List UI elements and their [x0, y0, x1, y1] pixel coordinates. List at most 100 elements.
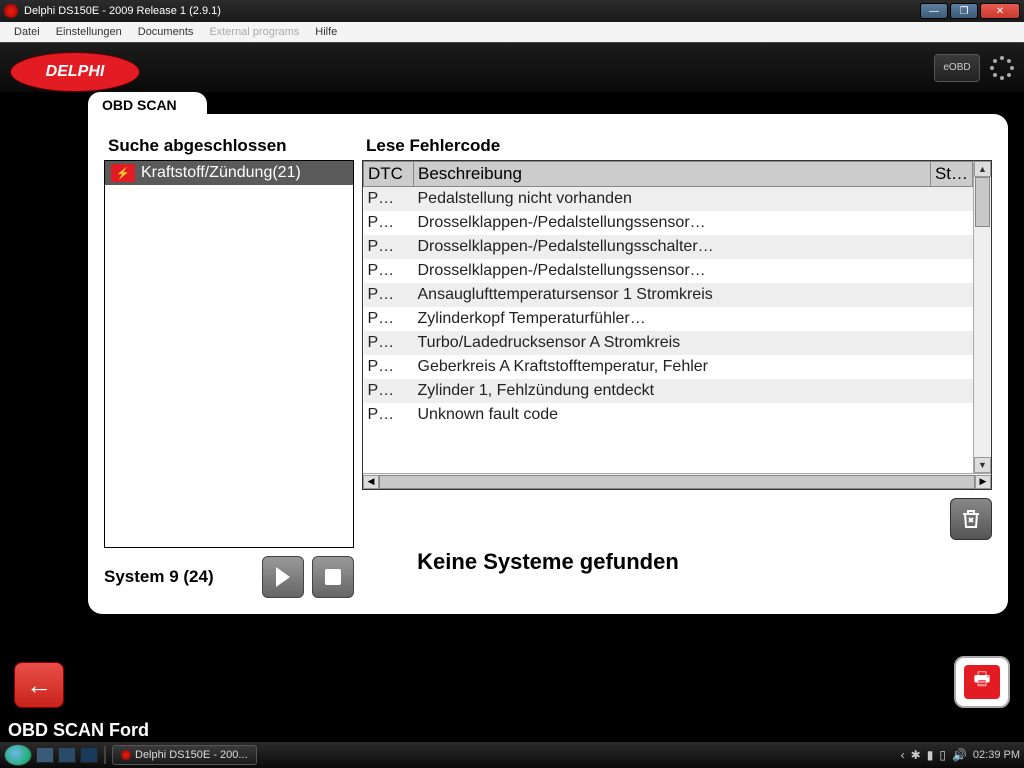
taskbar-separator: [104, 746, 106, 764]
cell-description: Zylinder 1, Fehlzündung entdeckt: [414, 379, 931, 403]
minimize-button[interactable]: —: [920, 3, 948, 19]
cell-dtc: P…: [364, 283, 414, 307]
main-panel: Suche abgeschlossen ⚡ Kraftstoff/Zündung…: [88, 114, 1008, 614]
ie-icon[interactable]: [80, 747, 98, 763]
scroll-right-icon[interactable]: ▶: [975, 475, 991, 489]
app-dot-icon: [121, 750, 131, 760]
read-fault-code-title: Lese Fehlercode: [366, 136, 988, 156]
cell-status: [930, 403, 972, 427]
print-save-button[interactable]: 🖶: [954, 656, 1010, 708]
clock: 02:39 PM: [973, 749, 1020, 761]
explorer-icon[interactable]: [58, 747, 76, 763]
close-button[interactable]: ✕: [980, 3, 1020, 19]
window-titlebar: Delphi DS150E - 2009 Release 1 (2.9.1) —…: [0, 0, 1024, 22]
cell-status: [930, 379, 972, 403]
menu-external-programs[interactable]: External programs: [201, 24, 307, 40]
menu-hilfe[interactable]: Hilfe: [307, 24, 345, 40]
taskbar: Delphi DS150E - 200... ‹ ✱ ▮ ▯ 🔊 02:39 P…: [0, 742, 1024, 768]
table-row[interactable]: P…Ansauglufttemperatursensor 1 Stromkrei…: [364, 283, 973, 307]
volume-icon[interactable]: 🔊: [952, 748, 967, 762]
scroll-thumb[interactable]: [975, 177, 990, 227]
cell-dtc: P…: [364, 355, 414, 379]
table-row[interactable]: P…Turbo/Ladedrucksensor A Stromkreis: [364, 331, 973, 355]
system-tray: ‹ ✱ ▮ ▯ 🔊 02:39 PM: [901, 748, 1020, 762]
cell-status: [930, 307, 972, 331]
table-row[interactable]: P…Geberkreis A Kraftstofftemperatur, Feh…: [364, 355, 973, 379]
start-button[interactable]: [4, 744, 32, 766]
cell-description: Turbo/Ladedrucksensor A Stromkreis: [414, 331, 931, 355]
battery-icon[interactable]: ▮: [927, 748, 934, 762]
col-dtc[interactable]: DTC: [364, 162, 414, 187]
network-icon[interactable]: ▯: [939, 748, 946, 762]
cell-dtc: P…: [364, 331, 414, 355]
back-button[interactable]: [14, 662, 64, 708]
table-row[interactable]: P…Drosselklappen-/Pedalstellungssensor…: [364, 211, 973, 235]
show-desktop-icon[interactable]: [36, 747, 54, 763]
cell-status: [930, 187, 972, 212]
scroll-left-icon[interactable]: ◀: [363, 475, 379, 489]
delphi-logo: DELPHI: [10, 52, 140, 92]
cell-description: Geberkreis A Kraftstofftemperatur, Fehle…: [414, 355, 931, 379]
list-item-fuel-ignition[interactable]: ⚡ Kraftstoff/Zündung(21): [105, 161, 353, 185]
cell-description: Unknown fault code: [414, 403, 931, 427]
cell-description: Pedalstellung nicht vorhanden: [414, 187, 931, 212]
cell-status: [930, 259, 972, 283]
cell-dtc: P…: [364, 259, 414, 283]
warning-icon: ⚡: [111, 164, 135, 182]
h-scroll-thumb[interactable]: [379, 475, 975, 489]
menu-einstellungen[interactable]: Einstellungen: [48, 24, 130, 40]
menu-documents[interactable]: Documents: [130, 24, 202, 40]
brand-bar: DELPHI eOBD: [0, 42, 1024, 92]
left-panel: Suche abgeschlossen ⚡ Kraftstoff/Zündung…: [104, 130, 354, 598]
cell-description: Drosselklappen-/Pedalstellungssensor…: [414, 211, 931, 235]
print-icon: 🖶: [964, 665, 1000, 699]
dtc-table-container: DTC Beschreibung St… P…Pedalstellung nic…: [362, 160, 992, 490]
cell-dtc: P…: [364, 187, 414, 212]
cell-status: [930, 211, 972, 235]
cell-status: [930, 331, 972, 355]
cell-status: [930, 235, 972, 259]
cell-description: Zylinderkopf Temperaturfühler…: [414, 307, 931, 331]
table-row[interactable]: P…Drosselklappen-/Pedalstellungssensor…: [364, 259, 973, 283]
status-text: OBD SCAN Ford: [8, 720, 149, 741]
table-row[interactable]: P…Zylinder 1, Fehlzündung entdeckt: [364, 379, 973, 403]
table-row[interactable]: P…Pedalstellung nicht vorhanden: [364, 187, 973, 212]
maximize-button[interactable]: ❐: [950, 3, 978, 19]
cell-dtc: P…: [364, 403, 414, 427]
bluetooth-icon[interactable]: ✱: [911, 748, 921, 762]
tab-obd-scan[interactable]: OBD SCAN: [88, 92, 207, 118]
vertical-scrollbar[interactable]: ▲ ▼: [973, 161, 991, 473]
table-row[interactable]: P…Zylinderkopf Temperaturfühler…: [364, 307, 973, 331]
taskbar-item-label: Delphi DS150E - 200...: [135, 749, 248, 761]
trash-icon: [959, 507, 983, 531]
cell-description: Ansauglufttemperatursensor 1 Stromkreis: [414, 283, 931, 307]
menubar: Datei Einstellungen Documents External p…: [0, 22, 1024, 42]
window-title: Delphi DS150E - 2009 Release 1 (2.9.1): [24, 5, 920, 17]
cell-description: Drosselklappen-/Pedalstellungsschalter…: [414, 235, 931, 259]
col-status[interactable]: St…: [930, 162, 972, 187]
loading-dots-icon: [988, 54, 1016, 82]
taskbar-item-delphi[interactable]: Delphi DS150E - 200...: [112, 745, 257, 765]
cell-status: [930, 355, 972, 379]
cell-dtc: P…: [364, 307, 414, 331]
horizontal-scrollbar[interactable]: ◀ ▶: [363, 473, 991, 489]
col-description[interactable]: Beschreibung: [414, 162, 931, 187]
search-complete-title: Suche abgeschlossen: [108, 136, 350, 156]
no-systems-message: Keine Systeme gefunden: [88, 549, 1008, 575]
app-icon: [4, 4, 18, 18]
system-list: ⚡ Kraftstoff/Zündung(21): [104, 160, 354, 548]
list-item-label: Kraftstoff/Zündung(21): [141, 164, 301, 182]
delete-codes-button[interactable]: [950, 498, 992, 540]
main-area: OBD SCAN Suche abgeschlossen ⚡ Kraftstof…: [0, 92, 1024, 720]
dtc-table: DTC Beschreibung St… P…Pedalstellung nic…: [363, 161, 973, 427]
cell-description: Drosselklappen-/Pedalstellungssensor…: [414, 259, 931, 283]
table-row[interactable]: P…Drosselklappen-/Pedalstellungsschalter…: [364, 235, 973, 259]
eobd-button[interactable]: eOBD: [934, 54, 980, 82]
cell-dtc: P…: [364, 379, 414, 403]
scroll-up-icon[interactable]: ▲: [974, 161, 991, 177]
table-row[interactable]: P…Unknown fault code: [364, 403, 973, 427]
menu-datei[interactable]: Datei: [6, 24, 48, 40]
scroll-down-icon[interactable]: ▼: [974, 457, 991, 473]
tray-expand-icon[interactable]: ‹: [901, 748, 905, 762]
cell-dtc: P…: [364, 235, 414, 259]
